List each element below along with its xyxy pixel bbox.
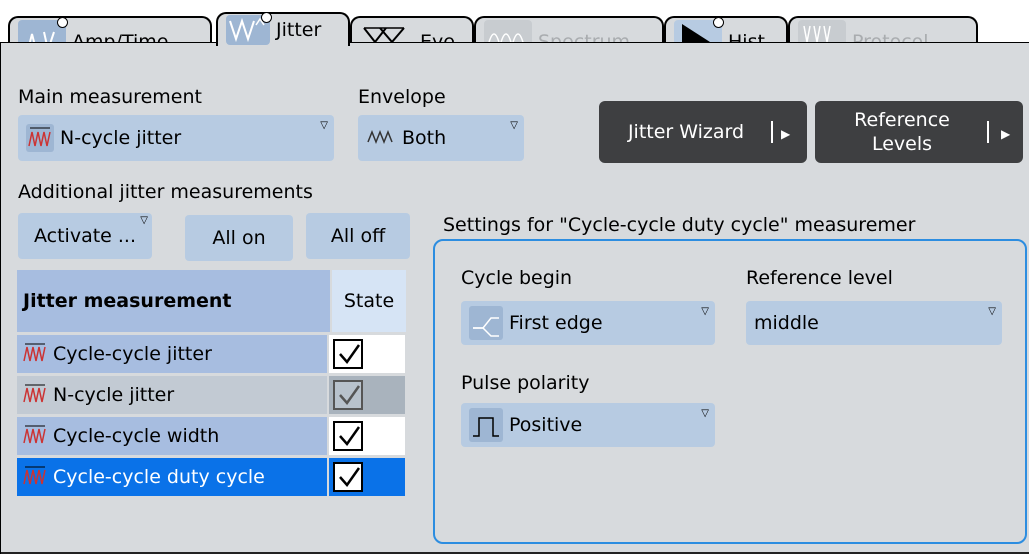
table-row[interactable]: Cycle-cycle duty cycle	[17, 458, 406, 496]
n-cycle-jitter-icon	[26, 124, 54, 152]
measurement-name-cell[interactable]: Cycle-cycle duty cycle	[17, 458, 327, 496]
measurement-name: Cycle-cycle jitter	[53, 343, 212, 365]
all-off-label: All off	[330, 225, 386, 247]
tab-label: Jitter	[276, 19, 322, 41]
activate-label: Activate ...	[33, 225, 137, 247]
table-header-state: State	[332, 270, 406, 332]
envelope-value: Both	[402, 127, 447, 149]
reference-levels-button[interactable]: Reference Levels ▶	[815, 101, 1023, 163]
first-edge-icon	[469, 306, 503, 340]
measurement-name-cell[interactable]: Cycle-cycle jitter	[17, 335, 327, 373]
chevron-down-icon: ▽	[701, 408, 709, 419]
settings-title: Settings for "Cycle-cycle duty cycle" me…	[443, 214, 916, 236]
jitter-measurement-icon	[21, 341, 49, 367]
all-off-button[interactable]: All off	[306, 213, 410, 259]
chevron-down-icon: ▽	[701, 306, 709, 317]
table-row[interactable]: Cycle-cycle jitter	[17, 335, 406, 373]
measurement-state-cell	[329, 458, 405, 496]
tab-jitter[interactable]: Jitter	[216, 12, 350, 46]
state-checkbox[interactable]	[333, 421, 363, 451]
jitter-wizard-button[interactable]: Jitter Wizard ▶	[599, 101, 807, 163]
cycle-begin-label: Cycle begin	[461, 267, 573, 289]
main-measurement-label: Main measurement	[18, 86, 202, 108]
activate-button[interactable]: Activate ... ▽	[18, 213, 152, 259]
all-on-label: All on	[212, 227, 266, 249]
arrow-right-icon: ▶	[781, 127, 791, 141]
measurement-state-cell	[329, 335, 405, 373]
all-on-button[interactable]: All on	[185, 215, 293, 261]
state-checkbox[interactable]	[333, 462, 363, 492]
measurement-state-cell	[329, 376, 405, 414]
arrow-right-icon: ▶	[1001, 127, 1011, 141]
cycle-begin-value: First edge	[509, 312, 603, 334]
measurement-name-cell[interactable]: N-cycle jitter	[17, 376, 327, 414]
pulse-polarity-value: Positive	[509, 414, 583, 436]
pulse-polarity-label: Pulse polarity	[461, 372, 590, 394]
envelope-label: Envelope	[358, 86, 446, 108]
envelope-both-icon	[366, 124, 396, 152]
state-checkbox[interactable]	[333, 380, 363, 410]
table-row[interactable]: Cycle-cycle width	[17, 417, 406, 455]
measurement-state-cell	[329, 417, 405, 455]
jitter-icon	[226, 12, 272, 45]
chevron-down-icon: ▽	[510, 120, 518, 131]
reference-level-label: Reference level	[746, 267, 893, 289]
additional-jitter-label: Additional jitter measurements	[18, 181, 313, 203]
jitter-measurement-icon	[21, 382, 49, 408]
jitter-wizard-label: Jitter Wizard	[627, 121, 745, 143]
jitter-measurement-icon	[21, 464, 49, 490]
reference-level-dropdown[interactable]: middle ▽	[746, 301, 1002, 345]
measurement-name: Cycle-cycle duty cycle	[53, 466, 265, 488]
measurement-name: N-cycle jitter	[53, 384, 175, 406]
main-measurement-dropdown[interactable]: N-cycle jitter ▽	[18, 115, 334, 161]
chevron-down-icon: ▽	[140, 215, 148, 226]
jitter-measurement-icon	[21, 423, 49, 449]
measurement-name-cell[interactable]: Cycle-cycle width	[17, 417, 327, 455]
chevron-down-icon: ▽	[320, 120, 328, 131]
state-checkbox[interactable]	[333, 339, 363, 369]
table-header-name: Jitter measurement	[17, 270, 330, 332]
main-measurement-value: N-cycle jitter	[60, 127, 182, 149]
positive-pulse-icon	[469, 408, 503, 442]
chevron-down-icon: ▽	[988, 306, 996, 317]
reference-levels-line2: Levels	[871, 133, 933, 155]
cycle-begin-dropdown[interactable]: First edge ▽	[461, 301, 715, 345]
envelope-dropdown[interactable]: Both ▽	[358, 115, 524, 161]
measurement-name: Cycle-cycle width	[53, 425, 220, 447]
reference-level-value: middle	[754, 312, 819, 334]
pulse-polarity-dropdown[interactable]: Positive ▽	[461, 403, 715, 447]
table-row[interactable]: N-cycle jitter	[17, 376, 406, 414]
reference-levels-line1: Reference	[854, 109, 950, 131]
